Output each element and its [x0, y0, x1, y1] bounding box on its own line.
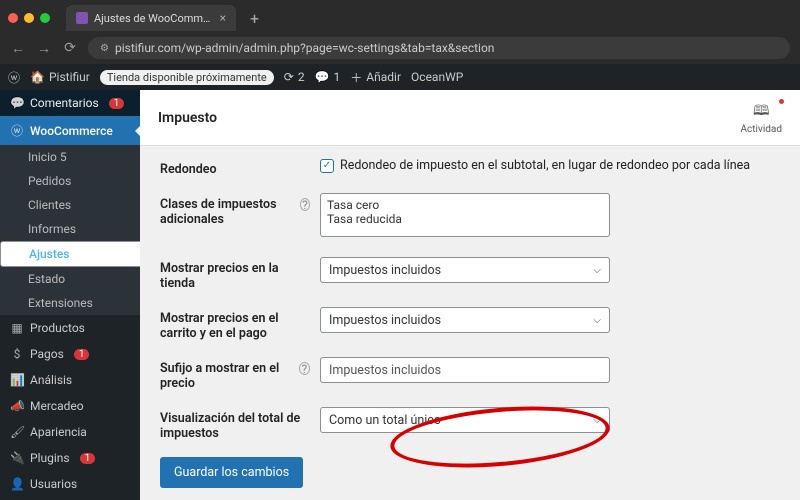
label-tienda: Mostrar precios en la tienda: [160, 257, 310, 291]
chevron-down-icon: ⌵: [593, 415, 601, 426]
add-new-link[interactable]: ＋Añadir: [350, 69, 401, 86]
maximize-window-button[interactable]: [40, 13, 50, 23]
payments-icon: $: [10, 347, 24, 361]
sidebar-item-productos[interactable]: ▦Productos: [0, 315, 140, 341]
sufijo-input[interactable]: [320, 357, 610, 383]
analytics-icon: 📊: [10, 373, 24, 387]
label-carrito: Mostrar precios en el carrito y en el pa…: [160, 307, 310, 341]
submenu-informes[interactable]: Informes: [0, 217, 140, 241]
chevron-down-icon: ⌵: [593, 265, 601, 276]
settings-form: Redondeo ✓ Redondeo de impuesto en el su…: [140, 146, 800, 500]
address-bar[interactable]: ⚙ pistifiur.com/wp-admin/admin.php?page=…: [88, 37, 790, 59]
comment-icon: 💬: [10, 96, 24, 110]
row-redondeo: Redondeo ✓ Redondeo de impuesto en el su…: [160, 158, 780, 177]
sidebar-item-mercadeo[interactable]: 📣Mercadeo: [0, 393, 140, 419]
plugins-icon: 🔌: [10, 451, 24, 465]
submenu-ajustes[interactable]: Ajustes: [0, 241, 140, 267]
row-sufijo: Sufijo a mostrar en el precio?: [160, 357, 780, 391]
browser-toolbar: ← → ⟳ ⚙ pistifiur.com/wp-admin/admin.php…: [0, 32, 800, 64]
submenu-clientes[interactable]: Clientes: [0, 193, 140, 217]
label-sufijo: Sufijo a mostrar en el precio?: [160, 357, 310, 391]
tab-favicon: [76, 12, 88, 24]
theme-link[interactable]: OceanWP: [411, 70, 463, 84]
visualizacion-select[interactable]: Como un total único ⌵: [320, 407, 610, 433]
activity-button[interactable]: 🕮 Actividad: [741, 100, 782, 135]
new-tab-button[interactable]: +: [244, 9, 265, 28]
tab-title: Ajustes de WooCommerce ‹ P: [94, 12, 214, 25]
save-button[interactable]: Guardar los cambios: [160, 457, 303, 488]
row-tienda: Mostrar precios en la tienda Impuestos i…: [160, 257, 780, 291]
sidebar-item-plugins[interactable]: 🔌Plugins1: [0, 445, 140, 471]
reload-button[interactable]: ⟳: [62, 40, 78, 56]
store-notice[interactable]: Tienda disponible próximamente: [100, 70, 274, 85]
sidebar-item-analisis[interactable]: 📊Análisis: [0, 367, 140, 393]
row-clases: Clases de impuestos adicionales?: [160, 193, 780, 241]
row-carrito: Mostrar precios en el carrito y en el pa…: [160, 307, 780, 341]
site-info-icon[interactable]: ⚙: [100, 43, 109, 54]
submenu-inicio[interactable]: Inicio 5: [0, 145, 140, 169]
products-icon: ▦: [10, 321, 24, 335]
appearance-icon: 🖌: [10, 425, 24, 439]
submenu-estado[interactable]: Estado: [0, 267, 140, 291]
label-redondeo: Redondeo: [160, 158, 310, 177]
submenu-pedidos[interactable]: Pedidos: [0, 169, 140, 193]
back-button[interactable]: ←: [10, 40, 26, 57]
submenu-extensiones[interactable]: Extensiones: [0, 291, 140, 315]
updates-link[interactable]: ⟳2: [284, 70, 305, 84]
sidebar-item-woocommerce[interactable]: ⓦ WooCommerce: [0, 116, 140, 145]
url-text: pistifiur.com/wp-admin/admin.php?page=wc…: [115, 41, 494, 55]
tienda-select[interactable]: Impuestos incluidos ⌵: [320, 257, 610, 283]
comments-link[interactable]: 💬1: [315, 70, 341, 84]
users-icon: 👤: [10, 477, 24, 491]
page-title: Impuesto: [158, 110, 217, 126]
redondeo-text: Redondeo de impuesto en el subtotal, en …: [340, 158, 750, 173]
chevron-down-icon: ⌵: [593, 315, 601, 326]
woocommerce-icon: ⓦ: [10, 122, 24, 139]
browser-tab[interactable]: Ajustes de WooCommerce ‹ P ×: [66, 5, 236, 31]
sidebar-item-comments[interactable]: 💬 Comentarios 1: [0, 90, 140, 116]
help-icon[interactable]: ?: [299, 362, 310, 375]
sidebar-item-pagos[interactable]: $Pagos1: [0, 341, 140, 367]
admin-sidebar: 💬 Comentarios 1 ⓦ WooCommerce Inicio 5 P…: [0, 90, 140, 500]
row-visualizacion: Visualización del total de impuestos Com…: [160, 407, 780, 441]
help-icon[interactable]: ?: [300, 198, 310, 211]
marketing-icon: 📣: [10, 399, 24, 413]
browser-tab-bar: Ajustes de WooCommerce ‹ P × +: [0, 0, 800, 32]
page-header: Impuesto 🕮 Actividad: [140, 90, 800, 146]
minimize-window-button[interactable]: [24, 13, 34, 23]
sidebar-item-apariencia[interactable]: 🖌Apariencia: [0, 419, 140, 445]
close-window-button[interactable]: [8, 13, 18, 23]
wp-logo[interactable]: ⓦ: [8, 69, 20, 86]
close-tab-icon[interactable]: ×: [220, 11, 226, 25]
bell-icon: 🕮: [741, 100, 782, 124]
sidebar-submenu: Inicio 5 Pedidos Clientes Informes Ajust…: [0, 145, 140, 315]
window-controls: [8, 13, 50, 23]
sidebar-item-usuarios[interactable]: 👤Usuarios: [0, 471, 140, 497]
redondeo-checkbox[interactable]: ✓: [320, 159, 334, 173]
forward-button[interactable]: →: [36, 40, 52, 57]
site-link[interactable]: 🏠Pistifiur: [30, 70, 90, 84]
clases-textarea[interactable]: [320, 193, 610, 237]
label-clases: Clases de impuestos adicionales?: [160, 193, 310, 227]
wp-admin-bar: ⓦ 🏠Pistifiur Tienda disponible próximame…: [0, 64, 800, 90]
carrito-select[interactable]: Impuestos incluidos ⌵: [320, 307, 610, 333]
label-visualizacion: Visualización del total de impuestos: [160, 407, 310, 441]
